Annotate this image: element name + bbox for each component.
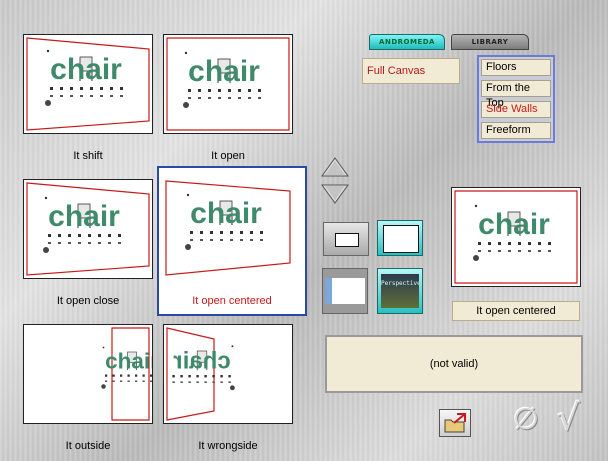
mode-select[interactable]: Full Canvas (362, 58, 460, 84)
artwork-title: chair (105, 349, 152, 374)
artwork-title: chair (50, 53, 122, 86)
artwork-svg: chair (166, 327, 235, 421)
full-frame-icon (383, 225, 419, 253)
thumbnail-wrongside-image: chair (164, 325, 292, 423)
thumbnail-shift-image: chair (24, 35, 152, 133)
thumbnail-outside[interactable]: chair (23, 324, 153, 424)
artwork-title: chair (48, 200, 120, 233)
artwork-svg: chair (26, 37, 150, 131)
wall-type-menu: Floors From the Top Side Walls Freeform (477, 55, 555, 143)
thumbnail-shift[interactable]: chair (23, 34, 153, 134)
thumbnail-open-close[interactable]: chair (23, 179, 153, 279)
artwork-svg: chair (166, 37, 290, 131)
preview-label: It open centered (452, 301, 580, 321)
perspective-thumbnail: Perspective (381, 274, 419, 308)
arrow-down-button[interactable] (320, 183, 350, 205)
thumbnail-open-centered[interactable]: chair (157, 166, 307, 316)
speaker-icon (183, 102, 189, 108)
perspective-label: Perspective (381, 280, 419, 287)
wall-preview-icon (325, 278, 365, 304)
preview-panel: chair (451, 187, 581, 287)
confirm-icon[interactable]: √ (557, 398, 580, 439)
speaker-icon (473, 255, 479, 261)
speaker-icon (185, 244, 191, 250)
artwork-svg: chair (101, 327, 152, 421)
thumbnail-open-image: chair (164, 35, 292, 133)
status-message: (not valid) (325, 335, 583, 393)
thumbnail-open-centered-label: It open centered (192, 295, 272, 307)
menu-item-freeform[interactable]: Freeform (481, 122, 551, 139)
artwork-svg: chair (165, 180, 291, 276)
thumbnail-open-centered-image: chair (164, 179, 294, 279)
small-frame-icon (335, 233, 359, 247)
small-frame-button[interactable] (323, 222, 369, 256)
preview-image: chair (452, 188, 580, 286)
speaker-icon (101, 384, 106, 389)
arrow-up-button[interactable] (320, 156, 350, 178)
speaker-icon (43, 247, 49, 253)
tab-library[interactable]: LIBRARY (451, 34, 529, 50)
artwork-title: chair (190, 197, 262, 230)
menu-item-from-the-top[interactable]: From the Top (481, 80, 551, 109)
thumbnail-outside-image: chair (24, 325, 152, 423)
speaker-icon (230, 385, 235, 391)
perspective-button[interactable]: Perspective (377, 268, 423, 314)
thumbnail-open-close-label: It open close (56, 295, 120, 307)
export-folder-button[interactable] (439, 409, 471, 437)
menu-item-floors[interactable]: Floors (481, 59, 551, 76)
thumbnail-open-label: It open (211, 150, 245, 162)
thumbnail-open-close-image: chair (24, 180, 152, 278)
speaker-icon (45, 100, 51, 106)
arrow-down-icon (321, 184, 349, 204)
artwork-svg: chair (26, 182, 150, 276)
arrow-up-icon (321, 157, 349, 177)
thumbnail-shift-label: It shift (73, 150, 103, 162)
thumbnail-wrongside[interactable]: chair (163, 324, 293, 424)
wall-preview-button[interactable] (322, 268, 368, 314)
cancel-icon[interactable]: ∅ (513, 402, 539, 437)
artwork-title: chair (173, 348, 230, 375)
menu-item-side-walls[interactable]: Side Walls (481, 101, 551, 118)
thumbnail-open[interactable]: chair (163, 34, 293, 134)
folder-export-icon (444, 413, 466, 433)
wall-frame (111, 327, 150, 421)
thumbnail-outside-label: It outside (65, 440, 111, 452)
artwork-title: chair (188, 55, 260, 88)
tab-andromeda[interactable]: ANDROMEDA (369, 34, 445, 50)
full-frame-button[interactable] (377, 220, 423, 256)
artwork-svg: chair (454, 190, 578, 284)
thumbnail-wrongside-label: It wrongside (198, 440, 258, 452)
artwork-title: chair (478, 208, 550, 241)
